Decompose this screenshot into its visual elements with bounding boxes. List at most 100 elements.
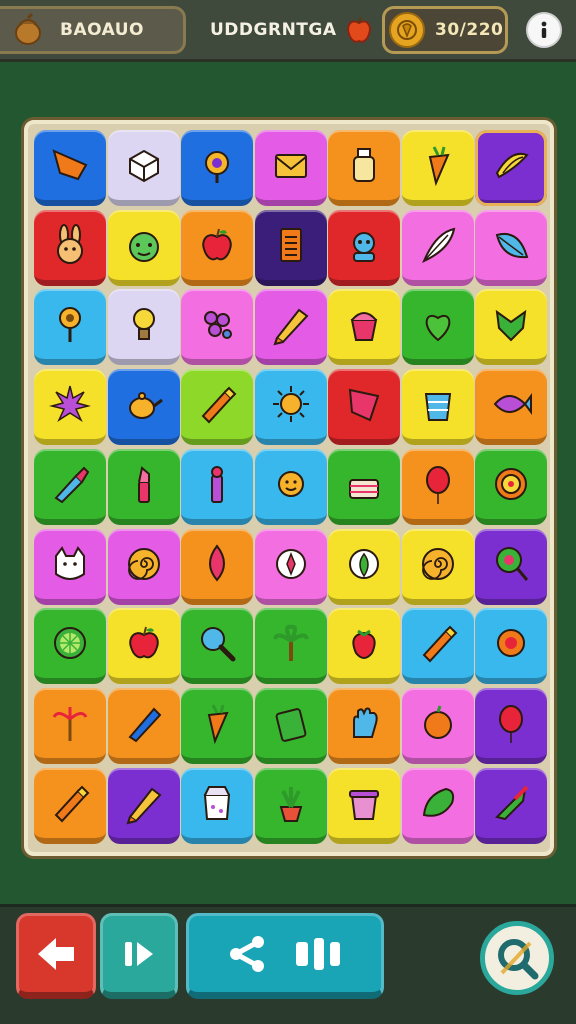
rabbit-icon <box>48 223 92 267</box>
board-tile[interactable] <box>328 528 400 605</box>
board-tile[interactable] <box>401 608 474 685</box>
board-tile[interactable] <box>328 687 400 764</box>
board-tile[interactable] <box>34 369 106 446</box>
skip-icon <box>125 942 153 966</box>
board-tile[interactable] <box>328 289 400 366</box>
board-tile[interactable] <box>107 289 180 366</box>
board-tile[interactable] <box>107 528 180 605</box>
board-tile[interactable] <box>401 289 474 366</box>
board-tile[interactable] <box>254 289 327 366</box>
envelope-icon <box>269 143 313 187</box>
board-tile[interactable] <box>181 289 253 366</box>
board-tile[interactable] <box>401 369 474 446</box>
board-tile[interactable] <box>401 767 474 844</box>
board-tile[interactable] <box>34 767 106 844</box>
board-tile[interactable] <box>328 608 400 685</box>
board-tile[interactable] <box>107 130 180 206</box>
board-tile[interactable] <box>181 369 253 446</box>
compass-icon <box>269 542 313 586</box>
carrot-icon <box>416 143 460 187</box>
sunflower-icon <box>48 302 92 346</box>
drop-icon <box>195 542 239 586</box>
balloon-icon <box>416 462 460 506</box>
board-tile[interactable] <box>254 448 327 525</box>
info-icon <box>541 21 547 38</box>
board-tile[interactable] <box>34 130 106 206</box>
starburst-icon <box>48 382 92 426</box>
coin-counter[interactable]: 30/220 <box>382 6 508 54</box>
board-tile[interactable] <box>401 687 474 764</box>
board-tile[interactable] <box>328 369 400 446</box>
board-tile[interactable] <box>181 448 253 525</box>
board-tile[interactable] <box>254 209 327 286</box>
board-tile[interactable] <box>34 528 106 605</box>
board-tile[interactable] <box>475 130 547 206</box>
share-icon <box>230 936 264 972</box>
board-tile[interactable] <box>181 687 253 764</box>
board-tile[interactable] <box>34 209 106 286</box>
share-pause-bar[interactable] <box>186 913 384 999</box>
teapot-icon <box>122 382 166 426</box>
fish-icon <box>489 382 533 426</box>
box-icon <box>122 143 166 187</box>
board-tile[interactable] <box>254 687 327 764</box>
board-tile[interactable] <box>107 369 180 446</box>
left-resource-counter[interactable]: BAOAUO <box>0 6 186 54</box>
board-tile[interactable] <box>34 687 106 764</box>
board-tile[interactable] <box>254 767 327 844</box>
board-tile[interactable] <box>401 209 474 286</box>
board-tile[interactable] <box>475 369 547 446</box>
potted-plant-icon <box>269 781 313 825</box>
board-tile[interactable] <box>107 608 180 685</box>
top-bar: BAOAUO UDDGRNTGA 30/220 <box>0 0 576 62</box>
board-tile[interactable] <box>254 130 327 206</box>
board-tile[interactable] <box>328 209 400 286</box>
crayon-icon <box>416 621 460 665</box>
board-tile[interactable] <box>107 687 180 764</box>
search-icon <box>498 939 539 980</box>
cake-icon <box>342 462 386 506</box>
board-tile[interactable] <box>475 687 547 764</box>
board-tile[interactable] <box>181 209 253 286</box>
board-tile[interactable] <box>401 528 474 605</box>
nut-icon <box>10 12 46 48</box>
balloon-icon <box>489 701 533 745</box>
board-tile[interactable] <box>34 289 106 366</box>
hint-button[interactable] <box>480 921 554 995</box>
apple-icon <box>122 621 166 665</box>
lipstick-icon <box>122 462 166 506</box>
board-tile[interactable] <box>254 528 327 605</box>
board-tile[interactable] <box>107 448 180 525</box>
sun-icon <box>269 382 313 426</box>
board-tile[interactable] <box>34 448 106 525</box>
skip-button[interactable] <box>100 913 178 999</box>
board-tile[interactable] <box>107 767 180 844</box>
board-tile[interactable] <box>475 767 547 844</box>
board-tile[interactable] <box>475 448 547 525</box>
board-tile[interactable] <box>401 130 474 206</box>
board-tile[interactable] <box>475 209 547 286</box>
board-tile[interactable] <box>475 528 547 605</box>
board-tile[interactable] <box>181 130 253 206</box>
board-tile[interactable] <box>181 767 253 844</box>
board-tile[interactable] <box>328 767 400 844</box>
board-tile[interactable] <box>401 448 474 525</box>
pencil-icon <box>122 781 166 825</box>
board-tile[interactable] <box>181 528 253 605</box>
board-tile[interactable] <box>107 209 180 286</box>
info-button[interactable] <box>526 12 562 48</box>
back-button[interactable] <box>16 913 96 999</box>
board-tile[interactable] <box>254 369 327 446</box>
board-tile[interactable] <box>34 608 106 685</box>
board-tile[interactable] <box>254 608 327 685</box>
board-tile[interactable] <box>328 130 400 206</box>
board-tile[interactable] <box>328 448 400 525</box>
crayon-icon <box>195 382 239 426</box>
board-tile[interactable] <box>475 289 547 366</box>
arrow-left-icon <box>38 938 74 970</box>
board-tile[interactable] <box>181 608 253 685</box>
bulb-icon <box>122 302 166 346</box>
center-title: UDDGRNTGA <box>210 6 371 54</box>
target-icon <box>489 462 533 506</box>
board-tile[interactable] <box>475 608 547 685</box>
